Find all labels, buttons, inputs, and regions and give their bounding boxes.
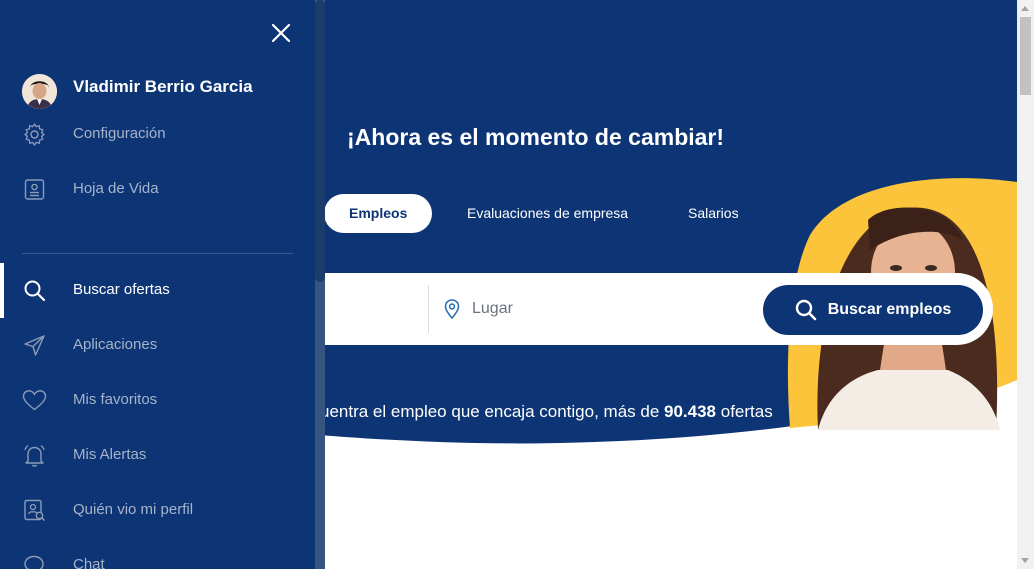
location-input[interactable] bbox=[472, 293, 742, 325]
sidebar-scrollbar[interactable] bbox=[315, 0, 325, 569]
tab-salarios[interactable]: Salarios bbox=[688, 194, 739, 233]
sidebar-item-label: Quién vio mi perfil bbox=[73, 501, 194, 518]
sidebar-item-configuracion[interactable]: Configuración bbox=[0, 107, 315, 162]
sidebar-scrollbar-thumb[interactable] bbox=[315, 0, 325, 282]
search-divider bbox=[428, 285, 429, 333]
avatar bbox=[22, 73, 57, 109]
tab-evaluaciones[interactable]: Evaluaciones de empresa bbox=[467, 194, 628, 233]
heart-icon bbox=[22, 390, 47, 411]
side-menu: Vladimir Berrio Garcia Configuración Hoj… bbox=[0, 0, 325, 569]
gear-icon bbox=[24, 123, 45, 146]
sidebar-item-label: Mis Alertas bbox=[73, 446, 147, 463]
sidebar-item-label: Configuración bbox=[73, 125, 166, 142]
page-scrollbar[interactable] bbox=[1017, 0, 1034, 569]
sidebar-item-label: Mis favoritos bbox=[73, 391, 158, 408]
profile-view-icon bbox=[24, 499, 45, 521]
sidebar-item-label: Chat bbox=[73, 556, 105, 569]
sidebar-divider bbox=[22, 253, 293, 254]
close-icon[interactable] bbox=[270, 22, 292, 44]
search-box: Buscar empleos bbox=[324, 273, 993, 345]
user-profile[interactable]: Vladimir Berrio Garcia bbox=[22, 73, 253, 109]
sidebar-item-chat[interactable]: Chat bbox=[0, 538, 315, 569]
sidebar-item-label: Buscar ofertas bbox=[73, 281, 170, 298]
sidebar-item-hoja-de-vida[interactable]: Hoja de Vida bbox=[0, 162, 315, 217]
resume-icon bbox=[24, 179, 45, 200]
search-icon bbox=[795, 299, 816, 321]
tagline-suffix: ofertas bbox=[716, 402, 773, 421]
send-icon bbox=[24, 335, 45, 356]
sidebar-item-mis-alertas[interactable]: Mis Alertas bbox=[0, 428, 315, 483]
hero-title: ¡Ahora es el momento de cambiar! bbox=[347, 124, 725, 150]
tagline-prefix: uentra el empleo que encaja contigo, más… bbox=[320, 402, 665, 421]
hero-tagline: uentra el empleo que encaja contigo, más… bbox=[320, 402, 773, 422]
sidebar-item-aplicaciones[interactable]: Aplicaciones bbox=[0, 318, 315, 373]
search-jobs-button[interactable]: Buscar empleos bbox=[763, 285, 983, 335]
search-button-label: Buscar empleos bbox=[827, 301, 952, 318]
sidebar-item-label: Hoja de Vida bbox=[73, 180, 159, 197]
chat-icon bbox=[24, 555, 44, 569]
sidebar-item-buscar-ofertas[interactable]: Buscar ofertas bbox=[0, 263, 315, 318]
sidebar-item-label: Aplicaciones bbox=[73, 336, 158, 353]
page: ¡Ahora es el momento de cambiar! Empleos… bbox=[0, 0, 1034, 569]
scroll-up-arrow-icon[interactable] bbox=[1021, 6, 1029, 11]
offer-count: 90.438 bbox=[664, 402, 717, 421]
sidebar-item-quien-vio-mi-perfil[interactable]: Quién vio mi perfil bbox=[0, 483, 315, 538]
search-icon bbox=[24, 280, 46, 302]
sidebar-item-mis-favoritos[interactable]: Mis favoritos bbox=[0, 373, 315, 428]
bell-icon bbox=[24, 444, 45, 467]
location-pin-icon bbox=[444, 299, 460, 319]
page-scrollbar-thumb[interactable] bbox=[1020, 17, 1031, 95]
user-name: Vladimir Berrio Garcia bbox=[73, 77, 253, 96]
scroll-down-arrow-icon[interactable] bbox=[1021, 558, 1029, 563]
tab-empleos[interactable]: Empleos bbox=[324, 194, 433, 233]
